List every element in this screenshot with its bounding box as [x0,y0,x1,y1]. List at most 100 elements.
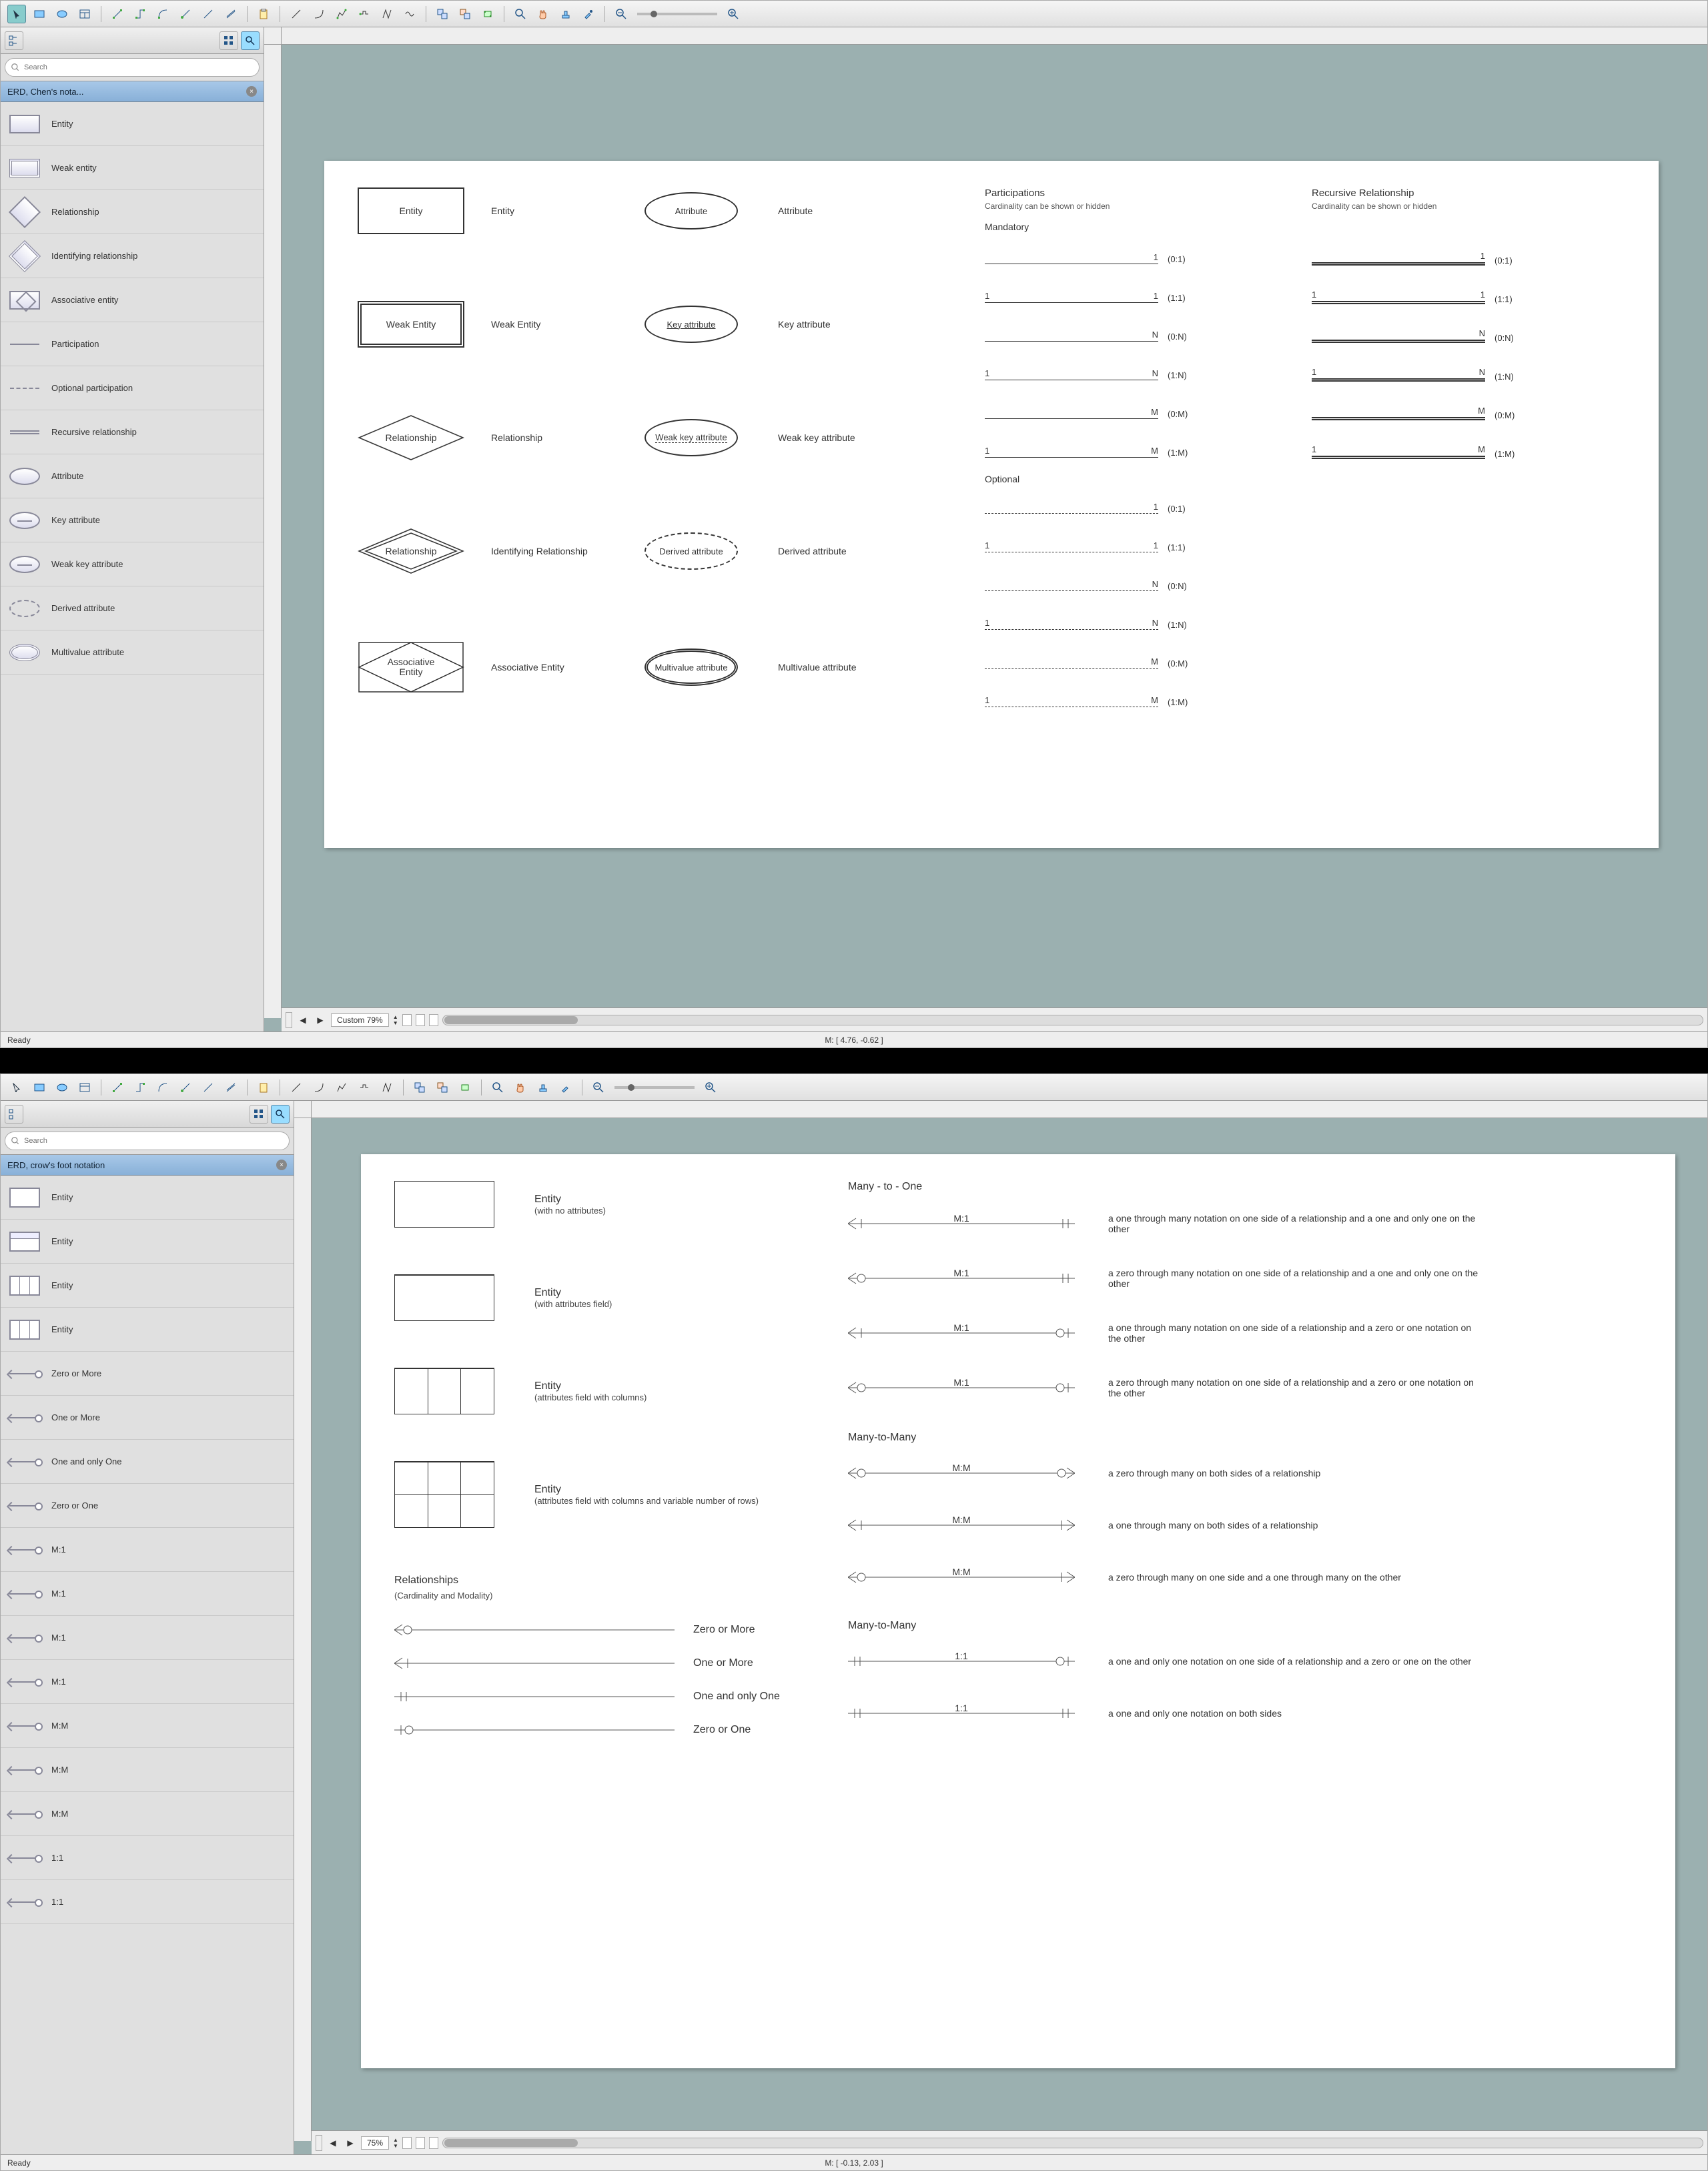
relationship-line[interactable]: M:M [848,1464,1075,1482]
tool-hand-2[interactable] [511,1078,530,1097]
tool-poly1[interactable] [332,5,351,23]
tool-stamp-2[interactable] [534,1078,552,1097]
relationship-line[interactable]: M:M [848,1516,1075,1535]
tool-eyedrop-2[interactable] [556,1078,575,1097]
shape-symbol[interactable]: Relationship [358,528,471,574]
participation-line[interactable]: N [1312,328,1485,343]
canvas-2[interactable]: Entity(with no attributes)Entity(with at… [294,1101,1707,2154]
tool-clipboard[interactable] [254,5,273,23]
participation-line[interactable]: 1 [985,502,1158,514]
tool-conn4-2[interactable] [176,1078,195,1097]
tool-oval-2[interactable] [53,1078,71,1097]
page-icon-2[interactable] [416,1014,425,1026]
sidebar-item[interactable]: Weak entity [1,146,264,190]
side-tab-tree[interactable] [5,31,23,50]
zoom-out-2[interactable] [589,1078,608,1097]
shape-symbol[interactable]: Entity [358,187,471,234]
tool-group3[interactable] [478,5,497,23]
participation-line[interactable]: 11 [985,540,1158,552]
panel-title-2[interactable]: ERD, crow's foot notation × [1,1154,294,1176]
tool-poly2[interactable] [355,5,374,23]
side-tab-tree-2[interactable] [5,1105,23,1124]
relationship-line[interactable]: M:1 [848,1269,1075,1288]
tool-group1[interactable] [433,5,452,23]
tool-conn1-2[interactable] [108,1078,127,1097]
side-tab-search[interactable] [241,31,260,50]
tool-arc[interactable] [310,5,328,23]
sidebar-item[interactable]: One and only One [1,1440,294,1484]
hscrollbar-2[interactable] [442,2138,1703,2148]
participation-line[interactable]: N [985,579,1158,591]
page-icon-3[interactable] [429,1014,438,1026]
tool-rect[interactable] [30,5,49,23]
participation-line[interactable]: 11 [1312,290,1485,304]
tool-poly2-2[interactable] [355,1078,374,1097]
participation-line[interactable]: N [985,330,1158,342]
tool-conn2[interactable] [131,5,149,23]
sidebar-item[interactable]: Associative entity [1,278,264,322]
relationship-line[interactable] [394,1721,675,1739]
zoom-stepper[interactable]: ▲▼ [393,1014,398,1026]
sidebar-item[interactable]: Relationship [1,190,264,234]
shape-symbol[interactable]: AssociativeEntity [358,641,471,693]
zoom-in-2[interactable] [701,1078,720,1097]
zoom-stepper-2[interactable]: ▲▼ [393,2137,398,2149]
relationship-line[interactable]: 1:1 [848,1704,1075,1723]
zoom-display-2[interactable]: 75% [361,2136,389,2150]
page-prev[interactable]: ◀ [296,1013,310,1027]
sidebar-item[interactable]: M:M [1,1748,294,1792]
side-tab-grid-2[interactable] [250,1105,268,1124]
page-1[interactable]: EntityEntityAttributeAttributeWeak Entit… [324,161,1659,848]
tool-conn3[interactable] [153,5,172,23]
sidebar-item[interactable]: Entity [1,102,264,146]
sidebar-item[interactable]: Entity [1,1220,294,1264]
search-input[interactable] [5,58,260,77]
tool-g1-2[interactable] [410,1078,429,1097]
sidebar-item[interactable]: Entity [1,1176,294,1220]
sidebar-item[interactable]: Derived attribute [1,586,264,630]
relationship-line[interactable]: M:M [848,1568,1075,1587]
tool-poly3-2[interactable] [378,1078,396,1097]
relationship-line[interactable]: M:1 [848,1324,1075,1342]
relationship-line[interactable]: 1:1 [848,1652,1075,1671]
participation-line[interactable]: 1N [985,368,1158,380]
sidebar-item[interactable]: 1:1 [1,1836,294,1880]
entity-shape[interactable] [394,1181,508,1228]
tool-poly1-2[interactable] [332,1078,351,1097]
tool-line-2[interactable] [287,1078,306,1097]
tool-table[interactable] [75,5,94,23]
sidebar-item[interactable]: Identifying relationship [1,234,264,278]
tool-eyedrop[interactable] [579,5,598,23]
side-tab-grid[interactable] [220,31,238,50]
relationship-line[interactable] [394,1621,675,1639]
sidebar-item[interactable]: Zero or More [1,1352,294,1396]
relationship-line[interactable]: M:1 [848,1214,1075,1233]
sidebar-item[interactable]: M:1 [1,1528,294,1572]
participation-line[interactable]: M [985,407,1158,419]
tool-arc-2[interactable] [310,1078,328,1097]
shape-symbol[interactable]: Weak Entity [358,301,471,348]
close-icon-2[interactable]: × [276,1160,287,1170]
tool-rect-2[interactable] [30,1078,49,1097]
shape-symbol[interactable]: Key attribute [645,306,758,343]
hscrollbar[interactable] [442,1015,1703,1025]
sidebar-item[interactable]: Entity [1,1264,294,1308]
sidebar-item[interactable]: One or More [1,1396,294,1440]
participation-line[interactable]: 1 [985,252,1158,264]
shape-symbol[interactable]: Derived attribute [645,532,758,570]
tool-zoom-2[interactable] [488,1078,507,1097]
sidebar-item[interactable]: Participation [1,322,264,366]
zoom-out[interactable] [612,5,630,23]
participation-line[interactable]: 1M [1312,444,1485,459]
tool-conn3-2[interactable] [153,1078,172,1097]
participation-line[interactable]: 1 [1312,251,1485,266]
entity-shape[interactable] [394,1368,508,1414]
tool-line[interactable] [287,5,306,23]
participation-line[interactable]: 1N [985,618,1158,630]
sidebar-item[interactable]: 1:1 [1,1880,294,1924]
relationship-line[interactable]: M:1 [848,1378,1075,1397]
sidebar-item[interactable]: M:1 [1,1660,294,1704]
zoom-slider-2[interactable] [614,1086,695,1089]
tool-g3-2[interactable] [456,1078,474,1097]
page-icon-2b[interactable] [416,2137,425,2149]
